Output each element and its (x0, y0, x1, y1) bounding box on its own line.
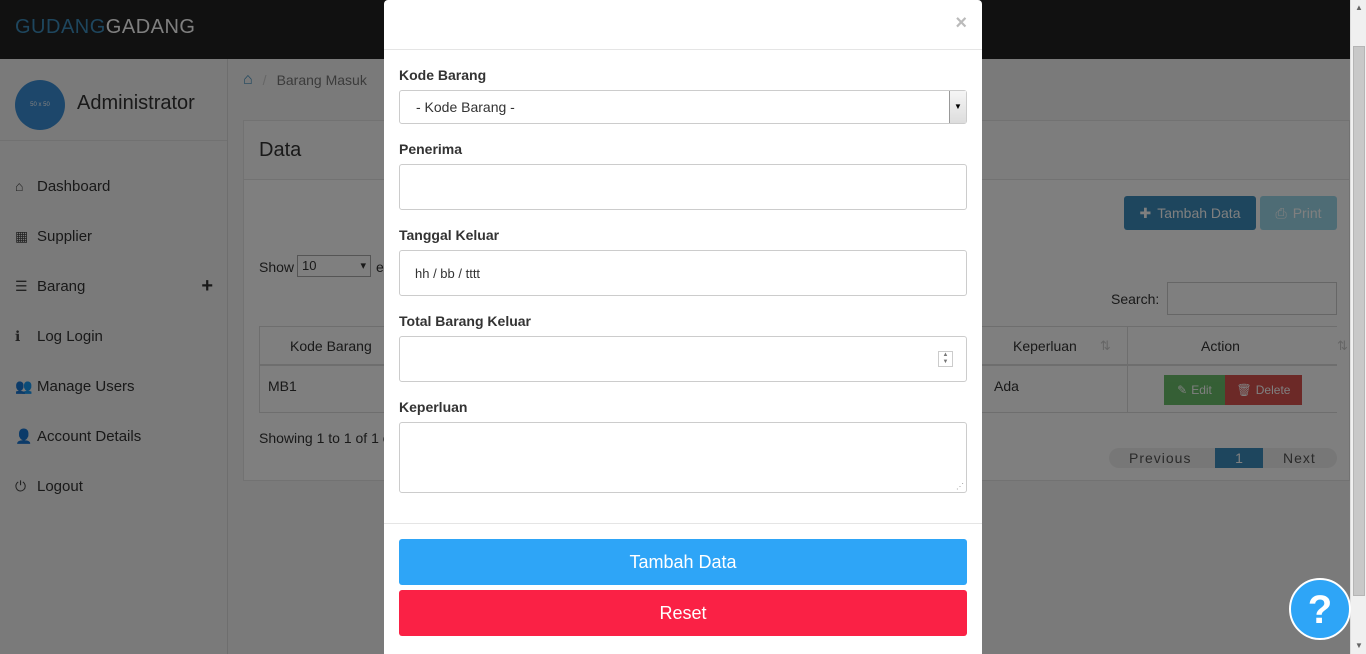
total-barang-keluar-input[interactable]: ▲ ▼ (399, 336, 967, 382)
resize-grip-icon[interactable]: ⋰ (956, 482, 964, 491)
scroll-thumb[interactable] (1353, 46, 1365, 596)
kode-barang-value: - Kode Barang - (416, 99, 515, 115)
submit-button[interactable]: Tambah Data (399, 539, 967, 585)
keperluan-textarea[interactable]: ⋰ (399, 422, 967, 493)
scroll-up-arrow[interactable]: ▲ (1351, 0, 1366, 16)
keperluan-label: Keperluan (399, 399, 468, 415)
date-placeholder: hh / bb / tttt (415, 266, 481, 281)
scroll-down-arrow[interactable]: ▼ (1351, 638, 1366, 654)
kode-barang-select[interactable]: - Kode Barang - ▼ (399, 90, 967, 124)
add-item-modal: × Kode Barang - Kode Barang - ▼ Penerima… (384, 0, 982, 654)
reset-button[interactable]: Reset (399, 590, 967, 636)
modal-header: × (384, 0, 982, 50)
modal-footer-divider (384, 523, 982, 524)
total-barang-keluar-label: Total Barang Keluar (399, 313, 531, 329)
tanggal-keluar-input[interactable]: hh / bb / tttt (399, 250, 967, 296)
scrollbar[interactable]: ▲ ▼ (1350, 0, 1366, 654)
penerima-input[interactable] (399, 164, 967, 210)
number-spinner-icon[interactable]: ▲ ▼ (938, 351, 953, 367)
help-button[interactable]: ? (1289, 578, 1351, 640)
penerima-label: Penerima (399, 141, 463, 157)
tanggal-keluar-label: Tanggal Keluar (399, 227, 500, 243)
close-icon[interactable]: × (955, 12, 967, 35)
chevron-down-icon[interactable]: ▼ (949, 91, 966, 123)
kode-barang-label: Kode Barang (399, 67, 487, 83)
